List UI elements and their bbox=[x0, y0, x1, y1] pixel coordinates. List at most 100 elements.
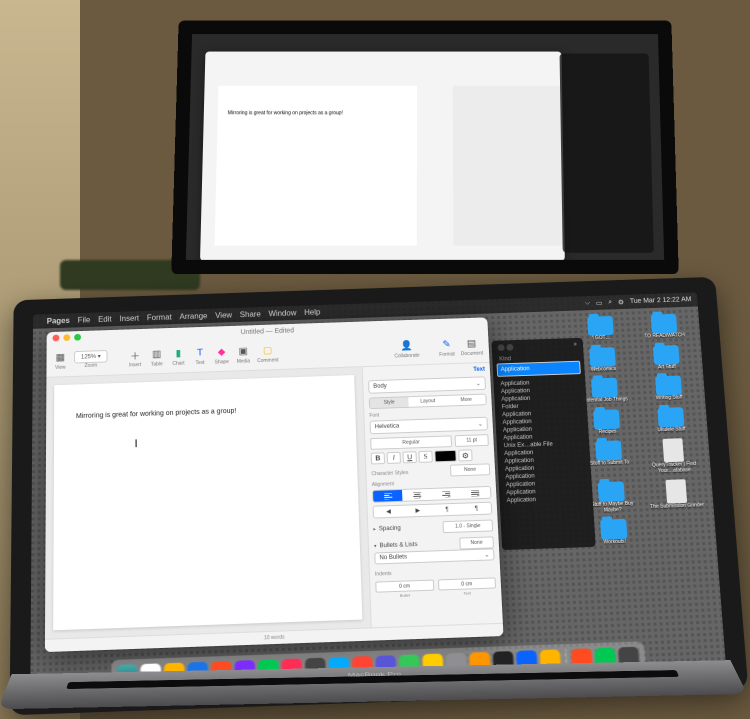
indents-label: Indents bbox=[375, 571, 392, 578]
folder-icon bbox=[650, 314, 677, 334]
mirrored-document: Mirroring is great for working on projec… bbox=[215, 86, 417, 246]
bullets-disclosure[interactable]: Bullets & Lists bbox=[379, 542, 417, 549]
desktop-item[interactable]: QueryTracker | Find Your…atabase bbox=[642, 438, 705, 475]
desktop-item[interactable]: TO READ/WATCH bbox=[633, 313, 694, 340]
format-inspector: Text Body⌄ Style Layout More Font Helvet… bbox=[362, 363, 503, 628]
format-tab[interactable]: ✎Format bbox=[438, 337, 455, 357]
zoom-control[interactable]: 125% ▾Zoom bbox=[74, 350, 108, 369]
desktop-item[interactable]: Art Stuff bbox=[636, 344, 697, 371]
bullets-preset-select[interactable]: None bbox=[459, 536, 494, 549]
kind-row[interactable]: Application bbox=[503, 494, 588, 505]
file-icon bbox=[665, 479, 687, 503]
indent-bullet-field[interactable]: 0 cm bbox=[375, 580, 434, 593]
font-style-select[interactable]: Regular bbox=[370, 435, 452, 449]
align-left[interactable] bbox=[373, 490, 403, 502]
mirrored-pages-window: Mirroring is great for working on projec… bbox=[200, 52, 565, 261]
insert-tool[interactable]: ＋Insert bbox=[127, 348, 143, 369]
file-icon bbox=[662, 438, 684, 462]
menu-insert[interactable]: Insert bbox=[119, 314, 139, 323]
desktop-item-label: QueryTracker | Find Your…atabase bbox=[644, 462, 705, 475]
folder-icon bbox=[595, 440, 622, 460]
word-count[interactable]: 10 words bbox=[264, 634, 285, 641]
indent-button[interactable]: ▶ bbox=[403, 505, 433, 517]
folder-icon bbox=[598, 481, 625, 502]
font-family-select[interactable]: Helvetica⌄ bbox=[370, 417, 489, 435]
menu-window[interactable]: Window bbox=[268, 309, 296, 318]
menu-share[interactable]: Share bbox=[240, 310, 261, 319]
bold-button[interactable]: B bbox=[371, 452, 385, 464]
search-icon[interactable]: ⌕ bbox=[574, 342, 578, 351]
strike-button[interactable]: S bbox=[418, 451, 432, 463]
control-center-icon[interactable]: ⚙ bbox=[618, 298, 625, 306]
menu-arrange[interactable]: Arrange bbox=[179, 312, 207, 321]
shape-tool[interactable]: ◆Shape bbox=[214, 345, 230, 366]
menu-file[interactable]: File bbox=[78, 316, 91, 325]
wifi-icon[interactable]: ⌵ bbox=[585, 299, 591, 307]
folder-icon bbox=[589, 347, 616, 367]
kind-row[interactable]: Application bbox=[497, 361, 581, 377]
char-styles-select[interactable]: None bbox=[450, 463, 490, 476]
seg-style[interactable]: Style bbox=[370, 397, 409, 408]
spacing-select[interactable]: 1.0 - Single bbox=[442, 519, 493, 533]
desktop-icons: I GOT…TO READ/WATCHWebcomicsArt StuffPot… bbox=[570, 313, 717, 637]
align-center[interactable] bbox=[402, 489, 432, 501]
desktop-item-label: Ukulele Stuff bbox=[641, 426, 701, 433]
menu-help[interactable]: Help bbox=[304, 308, 320, 317]
minimize-button[interactable] bbox=[63, 334, 70, 341]
close-button[interactable] bbox=[53, 335, 60, 342]
folder-icon bbox=[593, 409, 620, 429]
indent-text-field[interactable]: 0 cm bbox=[437, 577, 496, 590]
ltr-button[interactable]: ¶ bbox=[432, 504, 462, 516]
document-tab[interactable]: ▤Document bbox=[460, 336, 483, 357]
media-tool[interactable]: ▣Media bbox=[235, 344, 251, 365]
zoom-button[interactable] bbox=[74, 334, 81, 341]
rtl-button[interactable]: ¶ bbox=[461, 503, 491, 515]
document-page[interactable]: Mirroring is great for working on projec… bbox=[53, 375, 362, 630]
paragraph-style-select[interactable]: Body⌄ bbox=[368, 376, 486, 393]
comment-tool[interactable]: ▢Comment bbox=[257, 343, 279, 364]
text-color-swatch[interactable] bbox=[434, 450, 456, 462]
desktop-item[interactable]: The Submission Grinder bbox=[645, 479, 708, 513]
pages-window[interactable]: Untitled — Edited ▦View 125% ▾Zoom ＋Inse… bbox=[45, 317, 504, 652]
view-tool[interactable]: ▦View bbox=[52, 350, 68, 371]
underline-button[interactable]: U bbox=[403, 451, 417, 463]
menubar-clock[interactable]: Tue Mar 2 12:22 AM bbox=[630, 296, 692, 305]
menu-format[interactable]: Format bbox=[147, 313, 172, 322]
spacing-disclosure[interactable]: Spacing bbox=[379, 526, 401, 533]
search-icon[interactable]: ⌕ bbox=[608, 299, 612, 307]
window-title: Untitled — Edited bbox=[241, 327, 295, 335]
gear-icon[interactable]: ⚙ bbox=[458, 449, 472, 461]
app-menu[interactable]: Pages bbox=[47, 316, 70, 325]
chart-tool[interactable]: ▮Chart bbox=[170, 346, 186, 367]
document-canvas[interactable]: Mirroring is great for working on projec… bbox=[45, 367, 371, 639]
text-cursor bbox=[136, 439, 137, 447]
desktop-item-label: TO READ/WATCH bbox=[635, 333, 695, 340]
text-tool[interactable]: TText bbox=[192, 346, 208, 367]
seg-more[interactable]: More bbox=[447, 395, 486, 406]
folder-icon bbox=[655, 375, 682, 395]
chevron-down-icon: ⌄ bbox=[476, 380, 481, 387]
font-size-field[interactable]: 11 pt bbox=[455, 434, 489, 447]
external-monitor: Mirroring is great for working on projec… bbox=[171, 21, 679, 275]
desktop-item-label: Writing Stuff bbox=[639, 395, 699, 402]
laptop-screen: Pages File Edit Insert Format Arrange Vi… bbox=[30, 292, 726, 698]
outdent-button[interactable]: ◀ bbox=[374, 506, 404, 518]
align-justify[interactable] bbox=[461, 487, 491, 499]
desktop-item[interactable]: Ukulele Stuff bbox=[640, 406, 702, 434]
folder-icon bbox=[587, 316, 614, 336]
folder-icon bbox=[591, 378, 618, 398]
table-tool[interactable]: ▥Table bbox=[149, 347, 165, 368]
battery-icon[interactable]: ▭ bbox=[596, 299, 603, 307]
desktop-item-label: Art Stuff bbox=[637, 364, 697, 371]
menu-edit[interactable]: Edit bbox=[98, 315, 112, 324]
align-right[interactable] bbox=[431, 488, 461, 500]
folder-icon bbox=[657, 407, 684, 427]
seg-layout[interactable]: Layout bbox=[408, 396, 447, 407]
desktop-item[interactable]: Writing Stuff bbox=[638, 375, 699, 402]
menu-view[interactable]: View bbox=[215, 311, 232, 320]
finder-kind-panel[interactable]: ⌕ Kind ApplicationApplicationApplication… bbox=[491, 338, 595, 550]
collaborate-tool[interactable]: 👤Collaborate bbox=[394, 339, 420, 360]
alignment-segmented[interactable] bbox=[372, 486, 492, 503]
inspector-tab-text[interactable]: Text bbox=[473, 367, 485, 373]
italic-button[interactable]: I bbox=[387, 452, 401, 464]
